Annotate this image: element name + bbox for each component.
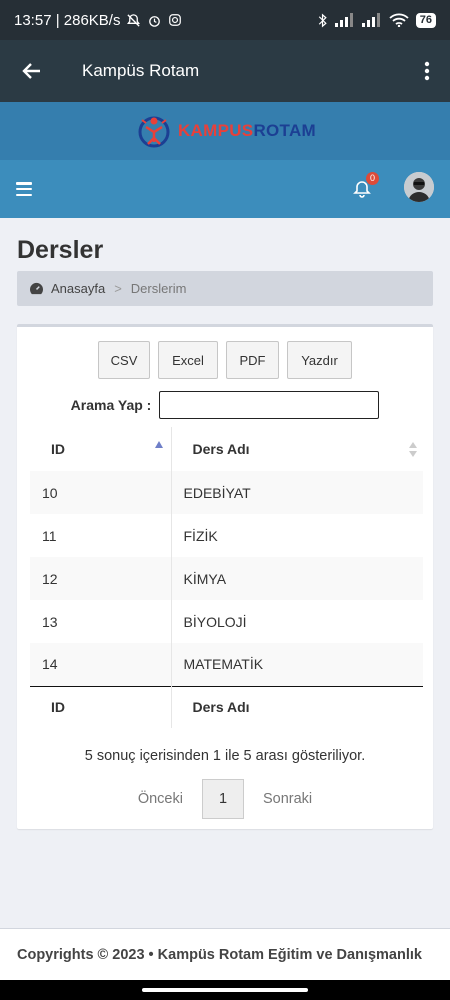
- instagram-icon: [169, 14, 182, 26]
- logo-text-red: KAMPUS: [177, 121, 254, 140]
- search-row: Arama Yap :: [17, 391, 433, 419]
- sidebar-toggle-button[interactable]: [16, 182, 32, 196]
- alarm-icon: [149, 15, 161, 27]
- column-header-id[interactable]: ID: [30, 427, 171, 471]
- table-row: 10 EDEBİYAT: [30, 471, 423, 514]
- table-row: 14 MATEMATİK: [30, 643, 423, 686]
- mute-bell-icon: [127, 13, 141, 27]
- cell-id: 12: [30, 557, 172, 600]
- arrow-left-icon: [22, 63, 40, 79]
- cell-id: 10: [30, 471, 172, 514]
- bluetooth-icon: [318, 13, 327, 27]
- logo-text-blue: ROTAM: [253, 121, 317, 140]
- breadcrumb-home-link[interactable]: Anasayfa: [51, 281, 105, 296]
- breadcrumb-separator: >: [114, 281, 122, 296]
- footer-header-id: ID: [30, 685, 171, 728]
- breadcrumb-current: Derslerim: [130, 281, 187, 296]
- csv-button[interactable]: CSV: [98, 341, 150, 379]
- wifi-icon: [389, 13, 409, 27]
- cell-id: 11: [30, 514, 172, 557]
- sort-both-icon: [409, 442, 417, 458]
- table-info: 5 sonuç içerisinden 1 ile 5 arası göster…: [84, 748, 366, 764]
- battery-icon: 76: [415, 12, 436, 28]
- copyright-text: Copyrights © 2023 • Kampüs Rotam Eğitim …: [17, 946, 422, 963]
- more-vertical-icon: [424, 61, 430, 81]
- overflow-menu-button[interactable]: [404, 40, 450, 102]
- page-1-button[interactable]: 1: [201, 779, 244, 819]
- cell-course-name: MATEMATİK: [183, 656, 264, 673]
- page-footer: Copyrights © 2023 • Kampüs Rotam Eğitim …: [0, 928, 450, 980]
- courses-table: ID Ders Adı 10 EDEBİYAT 11 FİZİK 12 KİMY…: [30, 427, 423, 728]
- table-row: 12 KİMYA: [30, 557, 423, 600]
- cell-course-name: KİMYA: [183, 570, 227, 587]
- user-avatar[interactable]: [404, 172, 434, 202]
- cell-course-name: FİZİK: [183, 527, 218, 544]
- footer-header-course-name: Ders Adı: [170, 685, 423, 728]
- excel-button[interactable]: Excel: [158, 341, 218, 379]
- print-button[interactable]: Yazdır: [287, 341, 352, 379]
- logo-header: KAMPUSROTAM: [0, 102, 450, 160]
- gesture-bar: [0, 980, 450, 1000]
- app-bar: Kampüs Rotam: [0, 40, 450, 102]
- export-toolbar: CSV Excel PDF Yazdır: [17, 341, 433, 379]
- logo-mark-icon: [138, 116, 170, 148]
- table-row: 11 FİZİK: [30, 514, 423, 557]
- signal-icon: [334, 13, 353, 27]
- pagination: Önceki 1 Sonraki: [17, 779, 433, 819]
- next-page-button[interactable]: Sonraki: [263, 791, 312, 807]
- back-button[interactable]: [0, 40, 64, 102]
- table-row: 13 BİYOLOJİ: [30, 600, 423, 643]
- search-input[interactable]: [159, 391, 380, 419]
- system-status-bar: 13:57 | 286KB/s 76: [0, 0, 450, 40]
- site-logo[interactable]: KAMPUSROTAM: [134, 111, 316, 151]
- dashboard-icon: [30, 282, 44, 295]
- home-indicator[interactable]: [142, 988, 308, 992]
- user-photo-icon: [404, 172, 434, 202]
- cell-course-name: BİYOLOJİ: [183, 613, 247, 630]
- cell-course-name: EDEBİYAT: [183, 484, 251, 501]
- page-title: Dersler: [17, 236, 104, 264]
- courses-card: CSV Excel PDF Yazdır Arama Yap : ID Ders…: [17, 324, 433, 829]
- column-header-course-name[interactable]: Ders Adı: [170, 427, 423, 471]
- search-label: Arama Yap :: [70, 397, 152, 413]
- cell-id: 13: [30, 600, 172, 643]
- pdf-button[interactable]: PDF: [226, 341, 279, 379]
- signal-icon-2: [361, 13, 380, 27]
- status-time: 13:57 | 286KB/s: [14, 11, 121, 29]
- breadcrumb: Anasayfa > Derslerim: [17, 271, 433, 306]
- top-navbar: 0: [0, 160, 450, 218]
- cell-id: 14: [30, 643, 172, 686]
- app-title: Kampüs Rotam: [82, 61, 200, 80]
- notification-badge: 0: [366, 172, 379, 185]
- sort-ascending-icon: [154, 441, 163, 448]
- previous-page-button[interactable]: Önceki: [138, 791, 183, 807]
